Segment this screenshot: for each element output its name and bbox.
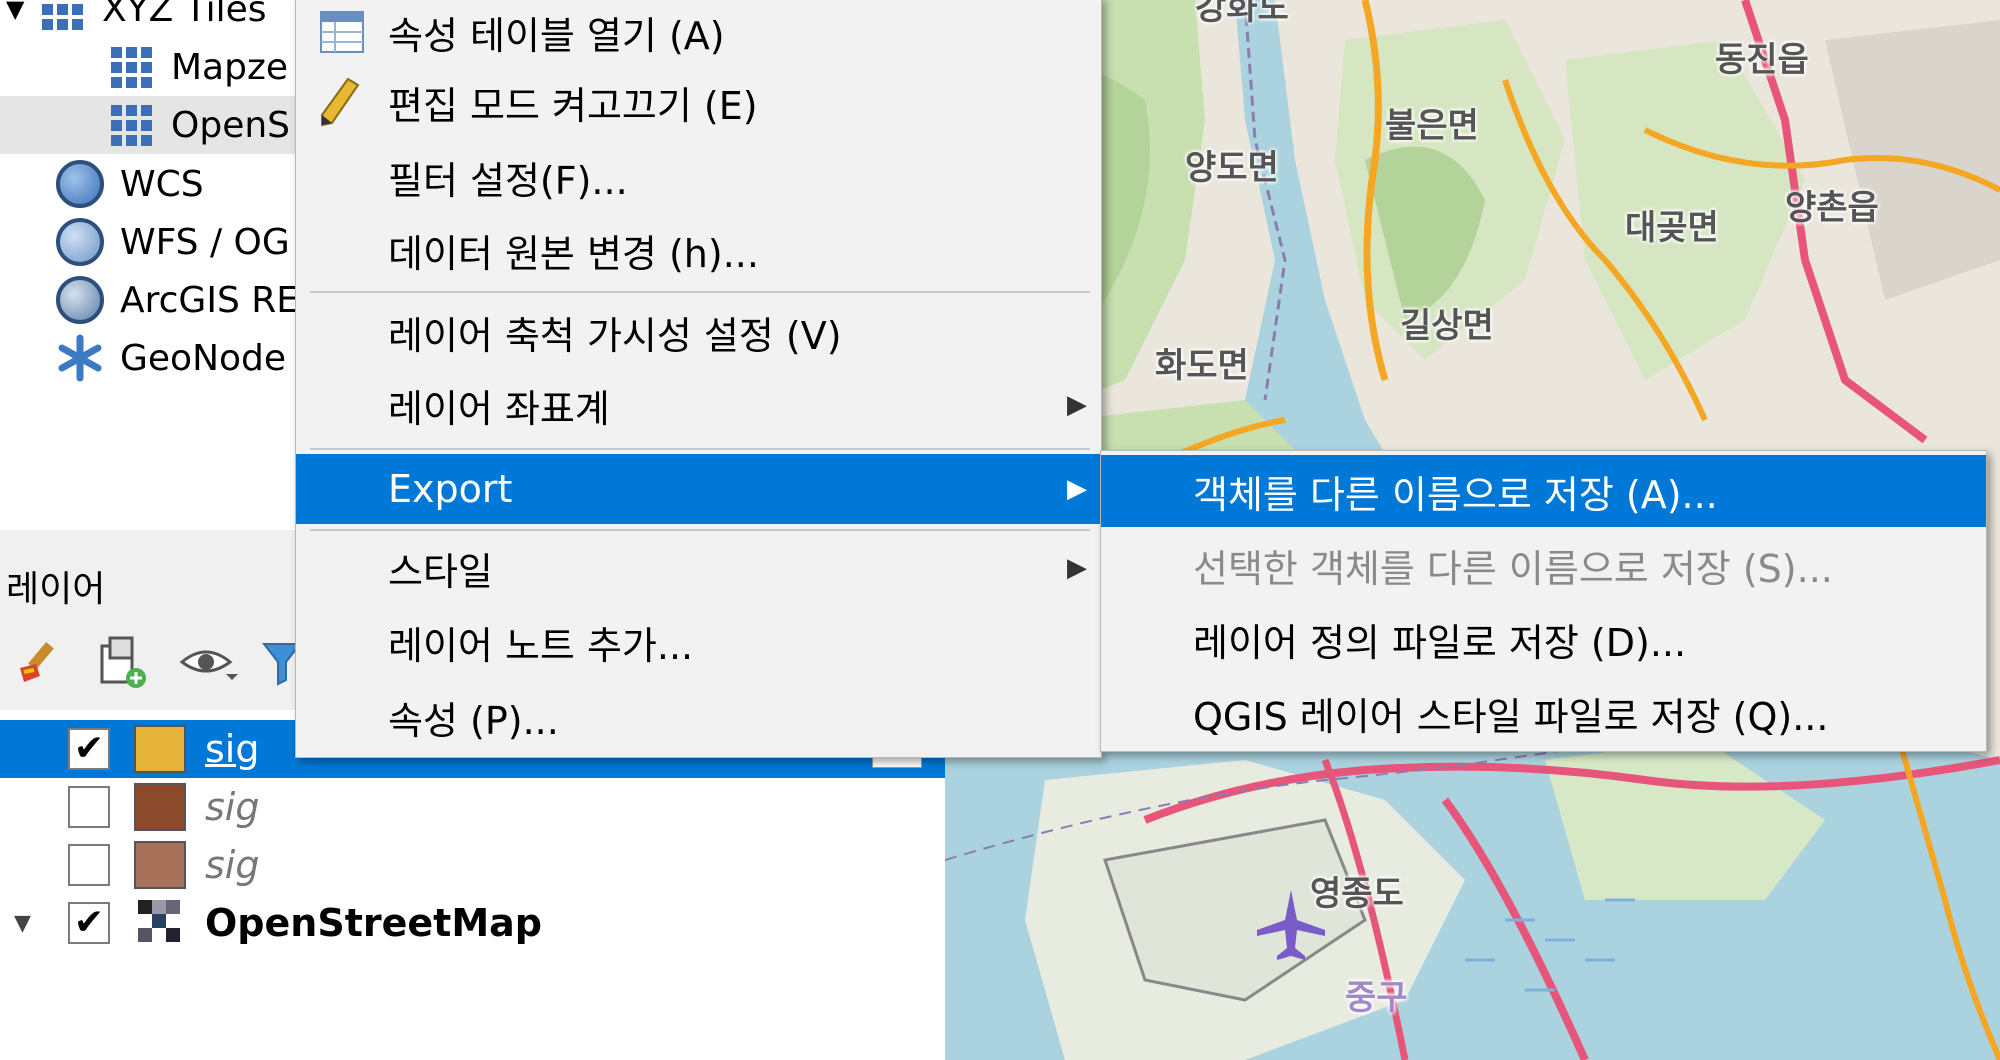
- layer-row-sig[interactable]: sig: [0, 778, 945, 836]
- attribute-table-icon: [320, 11, 364, 62]
- layers-tree: ✔ sig sig sig ▼ ✔ OpenStreetMap: [0, 710, 945, 1060]
- tile-grid-icon: [105, 99, 157, 151]
- menu-item-save-layer-definition[interactable]: 레이어 정의 파일로 저장 (D)...: [1101, 603, 1986, 675]
- layer-color-swatch[interactable]: [134, 783, 186, 831]
- map-label: 양촌읍: [1785, 188, 1879, 228]
- menu-item-label: QGIS 레이어 스타일 파일로 저장 (Q)...: [1193, 694, 1829, 739]
- map-label: 불은면: [1385, 106, 1479, 146]
- menu-item-change-data-source[interactable]: 데이터 원본 변경 (h)...: [296, 215, 1101, 285]
- layer-row-openstreetmap[interactable]: ▼ ✔ OpenStreetMap: [0, 894, 945, 952]
- layer-name: OpenStreetMap: [205, 901, 542, 945]
- browser-item-label: GeoNode: [120, 337, 287, 379]
- wcs-globe-icon: [54, 158, 106, 210]
- layers-panel-title: 레이어: [6, 569, 106, 610]
- submenu-arrow-icon: ▶: [1067, 553, 1087, 583]
- export-submenu: 객체를 다른 이름으로 저장 (A)... 선택한 객체를 다른 이름으로 저장…: [1100, 450, 1987, 752]
- menu-item-label: 레이어 정의 파일로 저장 (D)...: [1193, 620, 1687, 665]
- expand-arrow-icon[interactable]: ▼: [6, 0, 36, 23]
- menu-item-style[interactable]: 스타일 ▶: [296, 533, 1101, 603]
- submenu-arrow-icon: ▶: [1067, 474, 1087, 504]
- browser-item-wcs[interactable]: WCS: [54, 155, 204, 213]
- xyz-tiles-icon: [36, 0, 88, 35]
- map-label: 동진읍: [1715, 40, 1809, 80]
- menu-item-save-features-as[interactable]: 객체를 다른 이름으로 저장 (A)...: [1101, 455, 1986, 527]
- layer-name: sig: [205, 843, 260, 887]
- browser-item-mapze[interactable]: Mapze: [105, 38, 288, 96]
- menu-item-label: 객체를 다른 이름으로 저장 (A)...: [1193, 472, 1718, 517]
- menu-separator: [310, 291, 1090, 293]
- browser-item-openstreetmap[interactable]: OpenS: [0, 96, 300, 154]
- map-label: 화도면: [1155, 346, 1249, 386]
- geonode-icon: [54, 332, 106, 384]
- layer-color-swatch[interactable]: [134, 841, 186, 889]
- layers-toolbar: [0, 630, 303, 700]
- layer-visibility-checkbox[interactable]: [68, 844, 110, 886]
- map-label: 영종도: [1310, 874, 1404, 914]
- browser-item-label: Mapze: [171, 46, 289, 88]
- layer-row-sig[interactable]: sig: [0, 836, 945, 894]
- menu-item-add-layer-notes[interactable]: 레이어 노트 추가...: [296, 607, 1101, 677]
- menu-item-label: Export: [388, 467, 513, 511]
- tile-grid-icon: [105, 41, 157, 93]
- layer-visibility-checkbox[interactable]: ✔: [68, 728, 110, 770]
- menu-item-set-filter[interactable]: 필터 설정(F)...: [296, 142, 1101, 212]
- layer-name: sig: [205, 785, 260, 829]
- map-label: 길상면: [1400, 306, 1494, 346]
- map-label: 중구: [1345, 978, 1408, 1018]
- browser-item-geonode[interactable]: GeoNode: [54, 329, 286, 387]
- layer-color-swatch[interactable]: [134, 725, 186, 773]
- menu-item-label: 편집 모드 켜고끄기 (E): [388, 83, 758, 128]
- browser-panel: ▼ XYZ Tiles Mapze OpenS WCS WFS / OG Arc…: [0, 0, 300, 530]
- menu-item-toggle-editing[interactable]: 편집 모드 켜고끄기 (E): [296, 67, 1101, 137]
- menu-item-save-qgis-layer-style[interactable]: QGIS 레이어 스타일 파일로 저장 (Q)...: [1101, 677, 1986, 749]
- menu-item-label: 레이어 축척 가시성 설정 (V): [388, 313, 842, 358]
- browser-item-label: OpenS: [171, 104, 291, 146]
- map-label: 양도면: [1185, 148, 1279, 188]
- menu-item-label: 선택한 객체를 다른 이름으로 저장 (S)...: [1193, 546, 1833, 591]
- menu-separator: [310, 448, 1090, 450]
- visibility-eye-icon[interactable]: [178, 640, 238, 688]
- menu-item-label: 레이어 좌표계: [388, 386, 610, 431]
- menu-item-label: 속성 (P)...: [388, 698, 559, 743]
- browser-item-wfs[interactable]: WFS / OG: [54, 213, 290, 271]
- browser-item-label: WCS: [120, 163, 204, 205]
- add-group-icon[interactable]: [96, 634, 148, 694]
- pencil-icon: [318, 77, 362, 136]
- expand-arrow-icon[interactable]: ▼: [14, 911, 31, 936]
- arcgis-globe-icon: [54, 274, 106, 326]
- style-brush-icon[interactable]: [14, 638, 64, 692]
- browser-item-label: XYZ Tiles: [102, 0, 267, 30]
- menu-item-save-selected-features-as: 선택한 객체를 다른 이름으로 저장 (S)...: [1101, 529, 1986, 601]
- layer-visibility-checkbox[interactable]: ✔: [68, 902, 110, 944]
- raster-tile-icon: [138, 900, 182, 953]
- menu-item-properties[interactable]: 속성 (P)...: [296, 682, 1101, 752]
- menu-item-open-attribute-table[interactable]: 속성 테이블 열기 (A): [296, 0, 1101, 67]
- layer-context-menu: 속성 테이블 열기 (A) 편집 모드 켜고끄기 (E) 필터 설정(F)...…: [295, 0, 1102, 758]
- menu-item-label: 데이터 원본 변경 (h)...: [388, 231, 759, 276]
- menu-item-label: 속성 테이블 열기 (A): [388, 13, 725, 58]
- menu-item-label: 레이어 노트 추가...: [388, 623, 694, 668]
- browser-item-label: ArcGIS RE: [120, 279, 299, 321]
- browser-item-arcgis[interactable]: ArcGIS RE: [54, 271, 299, 329]
- map-label: 강화도: [1195, 0, 1289, 28]
- wfs-globe-icon: [54, 216, 106, 268]
- submenu-arrow-icon: ▶: [1067, 390, 1087, 420]
- menu-separator: [310, 529, 1090, 531]
- browser-item-label: WFS / OG: [120, 221, 290, 263]
- menu-item-export[interactable]: Export ▶: [296, 454, 1101, 524]
- menu-item-scale-visibility[interactable]: 레이어 축척 가시성 설정 (V): [296, 297, 1101, 367]
- menu-item-label: 필터 설정(F)...: [388, 158, 628, 203]
- menu-item-layer-crs[interactable]: 레이어 좌표계 ▶: [296, 370, 1101, 440]
- browser-item-xyz-tiles[interactable]: ▼ XYZ Tiles: [0, 0, 267, 38]
- map-label: 대곶면: [1625, 208, 1719, 248]
- layer-visibility-checkbox[interactable]: [68, 786, 110, 828]
- layer-name: sig: [205, 727, 260, 771]
- menu-item-label: 스타일: [388, 549, 493, 594]
